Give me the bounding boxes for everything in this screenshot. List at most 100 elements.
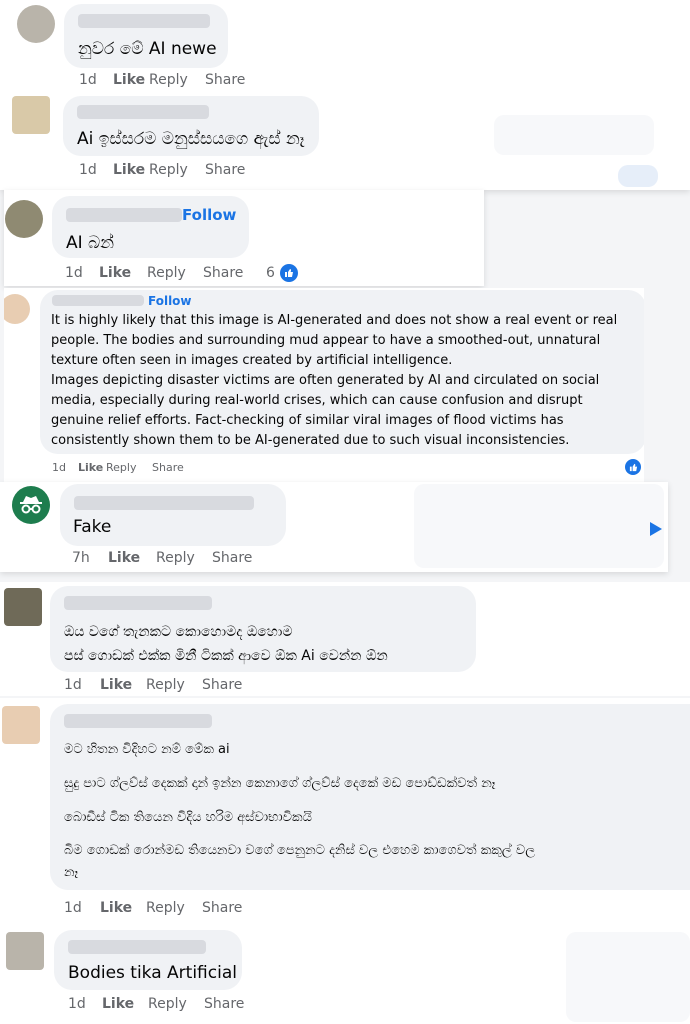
comment-bubble: මට හිතන විදිහට නම් මේක ai සුදු පාට ග්ලව්… <box>50 704 690 890</box>
comment-text: Ai ඉස්සරම මනුස්සයගෙ ඇස් නෑ <box>77 129 305 149</box>
reply-button[interactable]: Reply <box>106 461 152 474</box>
author-name[interactable] <box>66 208 182 222</box>
reply-button[interactable]: Reply <box>146 900 202 916</box>
comment-line: බොඩීස් ටික තියෙන විදිය හරිම අස්වාභාවිකයි <box>64 810 312 825</box>
avatar[interactable] <box>2 706 40 744</box>
like-button[interactable]: Like <box>113 162 149 178</box>
comment-time: 7h <box>72 550 90 566</box>
like-reaction-icon[interactable] <box>280 264 298 282</box>
share-button[interactable]: Share <box>205 72 245 88</box>
like-button[interactable]: Like <box>108 550 156 566</box>
comment-line: ඔය වගේ තැනකට කොහොමද ඔහොම <box>64 624 293 640</box>
comment-line: people. The bodies and surrounding mud a… <box>51 333 601 348</box>
author-name[interactable] <box>78 14 210 28</box>
comment-text: නුවර මේ AI newe <box>78 39 217 59</box>
comment-strip-4: Fake 7h Like Reply Share <box>0 482 668 572</box>
avatar[interactable] <box>12 486 50 524</box>
blurred-region <box>618 165 658 187</box>
share-button[interactable]: Share <box>152 461 184 474</box>
like-button[interactable]: Like <box>78 461 106 474</box>
comment-text: මට හිතන විදිහට නම් මේක ai සුදු පාට ග්ලව්… <box>64 738 535 884</box>
comment-time: 1d <box>52 461 66 474</box>
comment-strip-7: Bodies tika Artificial 1d Like Reply Sha… <box>0 928 690 1024</box>
comment-strip-1: නුවර මේ AI newe 1d Like Reply Share Ai ඉ… <box>0 0 690 190</box>
like-button[interactable]: Like <box>113 72 149 88</box>
share-button[interactable]: Share <box>212 550 252 566</box>
author-name[interactable] <box>64 596 212 610</box>
blurred-region <box>494 115 654 155</box>
comment-time: 1d <box>65 265 83 281</box>
reply-button[interactable]: Reply <box>149 72 205 88</box>
avatar[interactable] <box>6 932 44 970</box>
comment-actions: 1d Like Reply Share <box>65 265 243 281</box>
avatar[interactable] <box>12 96 50 134</box>
comment-line: නෑ <box>64 865 79 880</box>
comment-text: Bodies tika Artificial <box>68 963 237 983</box>
share-button[interactable]: Share <box>204 996 244 1012</box>
reply-button[interactable]: Reply <box>149 162 205 178</box>
reply-button[interactable]: Reply <box>147 265 203 281</box>
like-button[interactable]: Like <box>99 265 147 281</box>
comment-actions: 1d Like Reply Share <box>52 461 184 474</box>
comment-actions: 1d Like Reply Share <box>68 996 244 1012</box>
author-name[interactable] <box>64 714 212 728</box>
comment-text: ඔය වගේ තැනකට කොහොමද ඔහොම පස් ගොඩක් එක්ක … <box>64 620 388 668</box>
comment-time: 1d <box>79 162 97 178</box>
comment-actions: 1d Like Reply Share <box>79 162 245 178</box>
comment-actions: 1d Like Reply Share <box>79 72 245 88</box>
reply-button[interactable]: Reply <box>148 996 204 1012</box>
blurred-region <box>414 484 664 568</box>
avatar[interactable] <box>4 588 42 626</box>
comment-bubble: නුවර මේ AI newe <box>64 4 228 68</box>
comment-line: It is highly likely that this image is A… <box>51 313 618 328</box>
avatar[interactable] <box>4 294 30 324</box>
like-button[interactable]: Like <box>100 900 146 916</box>
comment-line: Images depicting disaster victims are of… <box>51 373 600 388</box>
comment-line: media, especially during real-world cris… <box>51 393 583 408</box>
comment-bubble: ඔය වගේ තැනකට කොහොමද ඔහොම පස් ගොඩක් එක්ක … <box>50 586 476 672</box>
comment-bubble: Bodies tika Artificial <box>54 930 242 990</box>
share-button[interactable]: Share <box>202 677 242 693</box>
comment-actions: 1d Like Reply Share <box>64 677 242 693</box>
comment-time: 1d <box>64 677 82 693</box>
comment-line: පස් ගොඩක් එක්ක මිනී ටිකක් ආවෙ ඕක Ai වෙන්… <box>64 648 388 664</box>
author-name[interactable] <box>74 496 254 510</box>
comment-line: genuine relief efforts. Fact-checking of… <box>51 413 564 428</box>
reaction-count[interactable]: 6 <box>266 265 275 281</box>
comment-time: 1d <box>64 900 82 916</box>
comment-strip-3: Follow It is highly likely that this ima… <box>4 288 644 482</box>
like-reaction-icon[interactable] <box>625 459 641 475</box>
comment-bubble: Ai ඉස්සරම මනුස්සයගෙ ඇස් නෑ <box>63 96 319 156</box>
reply-button[interactable]: Reply <box>156 550 212 566</box>
comment-bubble: Follow It is highly likely that this ima… <box>40 290 644 454</box>
blurred-region <box>566 932 690 1022</box>
comment-time: 1d <box>79 72 97 88</box>
like-button[interactable]: Like <box>102 996 148 1012</box>
follow-link[interactable]: Follow <box>182 206 236 224</box>
reply-button[interactable]: Reply <box>146 677 202 693</box>
like-button[interactable]: Like <box>100 677 146 693</box>
comment-time: 1d <box>68 996 86 1012</box>
comment-text: It is highly likely that this image is A… <box>51 311 617 451</box>
share-button[interactable]: Share <box>202 900 242 916</box>
share-button[interactable]: Share <box>203 265 243 281</box>
comment-line: මට හිතන විදිහට නම් මේක ai <box>64 742 230 757</box>
comment-line: සුදු පාට ග්ලව්ස් දෙකක් දාන් ඉන්න කෙනාගේ … <box>64 776 496 791</box>
share-button[interactable]: Share <box>205 162 245 178</box>
comment-actions: 7h Like Reply Share <box>72 550 252 566</box>
follow-link[interactable]: Follow <box>148 294 192 308</box>
comment-strip-2: Follow AI බන් 1d Like Reply Share 6 <box>4 190 484 286</box>
comment-line: consistently shown them to be AI-generat… <box>51 433 570 448</box>
comment-text: Fake <box>73 517 112 537</box>
author-name[interactable] <box>52 295 144 306</box>
comment-strip-5: ඔය වගේ තැනකට කොහොමද ඔහොම පස් ගොඩක් එක්ක … <box>0 582 690 696</box>
comment-actions: 1d Like Reply Share <box>64 900 242 916</box>
avatar[interactable] <box>5 200 43 238</box>
author-name[interactable] <box>68 940 206 954</box>
comment-text: AI බන් <box>66 233 115 253</box>
send-icon[interactable] <box>650 522 662 536</box>
comment-line: texture often seen in images created by … <box>51 353 453 368</box>
author-name[interactable] <box>77 105 209 119</box>
incognito-icon <box>20 496 42 514</box>
avatar[interactable] <box>17 5 55 43</box>
